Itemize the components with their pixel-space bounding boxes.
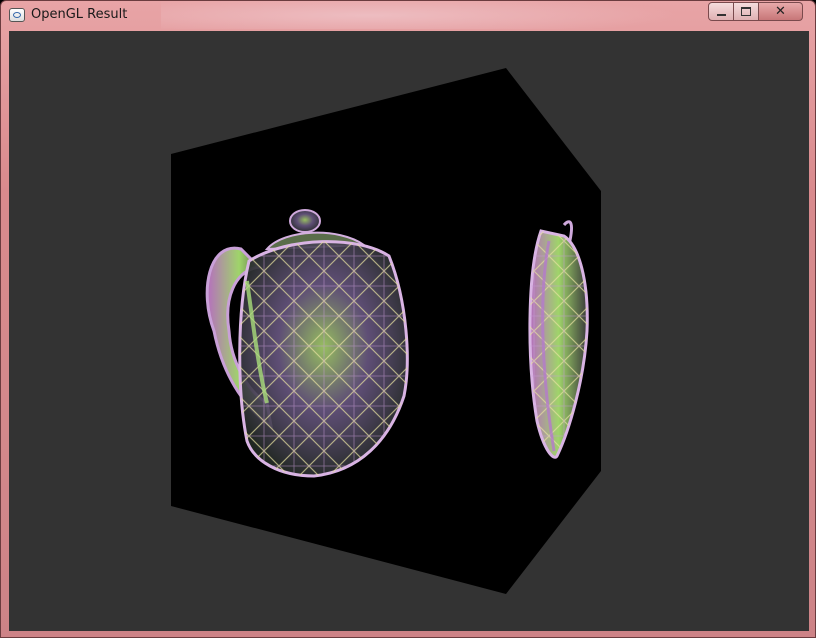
titlebar-glass xyxy=(161,1,681,29)
app-icon[interactable] xyxy=(9,8,25,22)
scene-canvas xyxy=(171,68,601,594)
close-button[interactable]: ✕ xyxy=(759,2,803,21)
window-title: OpenGL Result xyxy=(31,7,128,22)
maximize-icon xyxy=(741,7,751,16)
minimize-button[interactable] xyxy=(708,2,734,21)
maximize-button[interactable] xyxy=(734,2,759,21)
window-controls: ✕ xyxy=(708,2,803,21)
title-bar[interactable]: OpenGL Result ✕ xyxy=(1,1,815,31)
app-window: OpenGL Result ✕ xyxy=(0,0,816,638)
minimize-icon xyxy=(716,13,726,16)
opengl-viewport[interactable] xyxy=(9,31,809,631)
close-icon: ✕ xyxy=(775,4,786,19)
